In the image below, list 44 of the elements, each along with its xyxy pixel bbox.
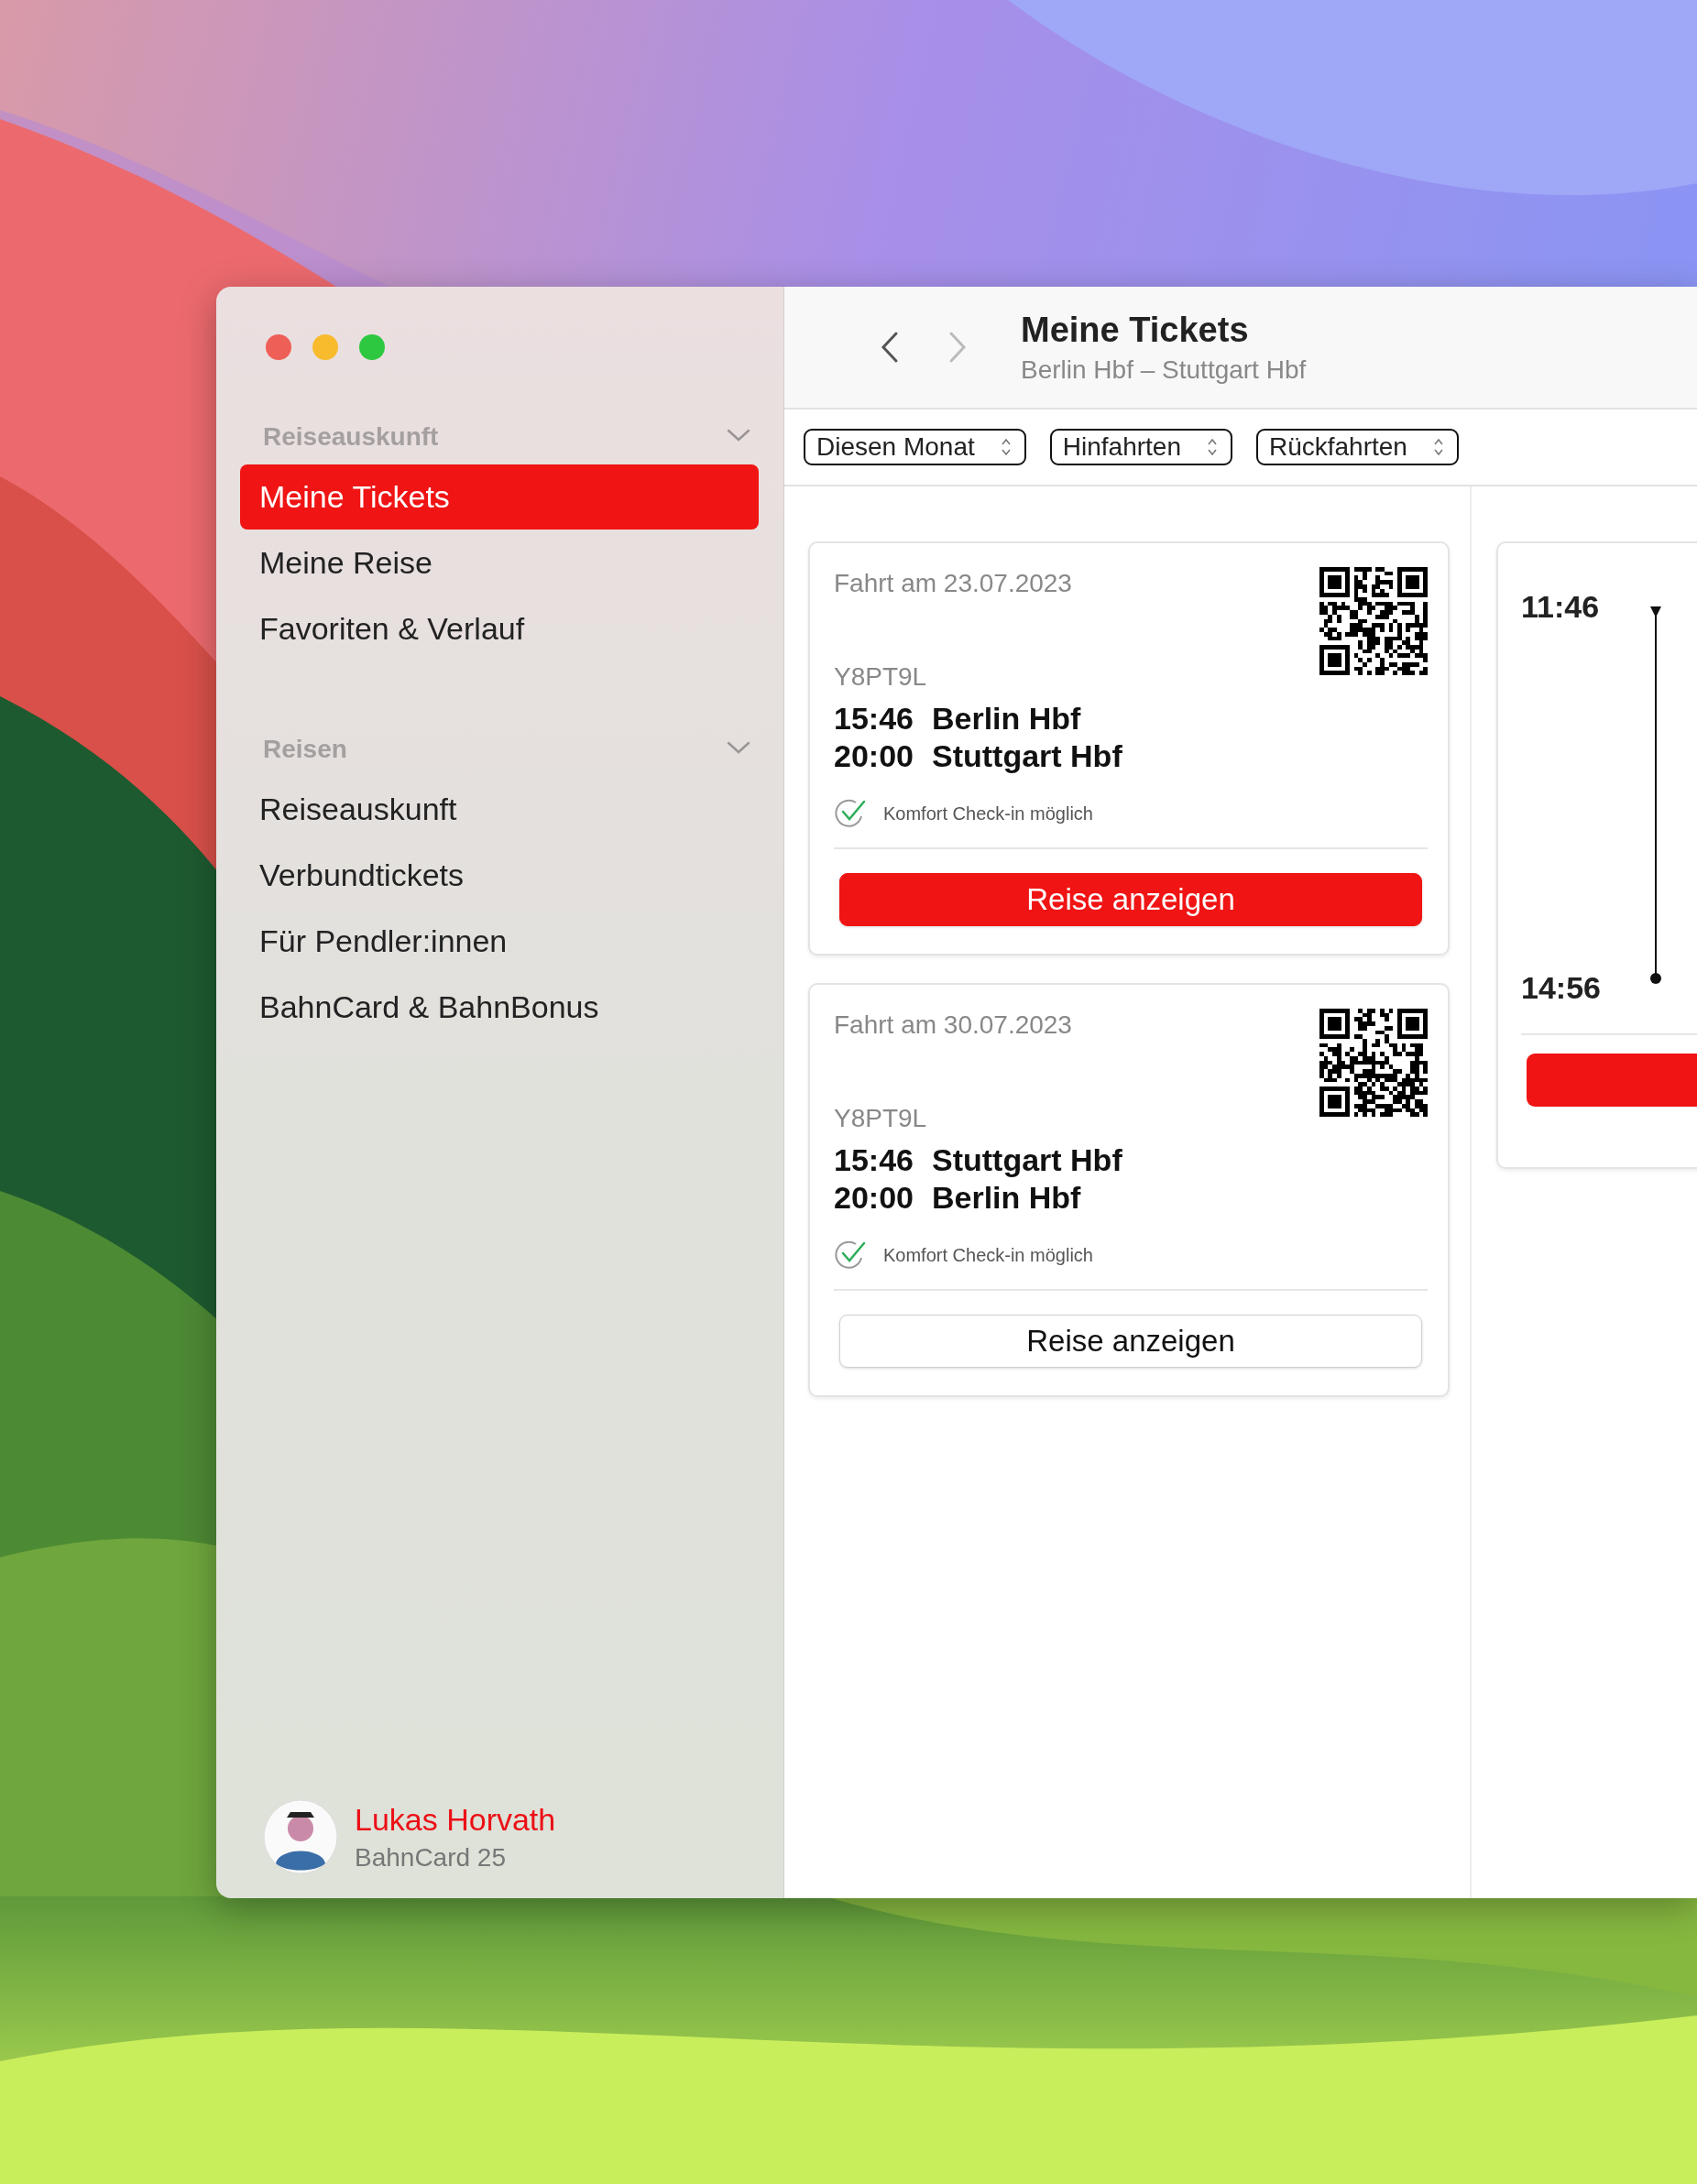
sidebar-item[interactable]: Meine Tickets [240,464,759,530]
sidebar-item[interactable]: Für Pendler:innen [240,909,759,974]
checkin-note: Komfort Check-in möglich [883,803,1093,824]
stop-time: 15:46 [834,701,914,737]
filter-dropdown[interactable]: Rückfahrten [1255,429,1459,465]
sidebar-item[interactable]: Meine Reise [240,530,759,595]
booking-code: Y8PT9L [834,662,928,692]
stop-time: 15:46 [834,1142,914,1178]
section-header: Reisen [263,735,347,764]
arrival-time: 14:56 [1521,970,1601,1006]
chevron-down-icon[interactable] [726,739,751,756]
user-subtitle: BahnCard 25 [355,1842,507,1873]
zoom-button[interactable] [359,334,385,360]
station-name: Stuttgart Hbf [931,738,1122,774]
close-button[interactable] [266,334,291,360]
stop-time: 20:00 [834,738,914,774]
up-down-arrows-icon [1432,437,1444,457]
qr-code-icon [1319,567,1428,675]
show-trip-button[interactable]: Reise anzeigen [839,873,1422,926]
page-subtitle: Berlin Hbf – Stuttgart Hbf [1021,355,1307,385]
booking-code: Y8PT9L [834,1104,928,1133]
sidebar-item[interactable]: Favoriten & Verlauf [240,596,759,661]
checkin-note: Komfort Check-in möglich [883,1244,1093,1266]
up-down-arrows-icon [1000,437,1012,457]
show-trip-button[interactable]: Reise anzeigen [839,1315,1422,1368]
trip-date: Fahrt am 30.07.2023 [834,1010,1072,1040]
page-title: Meine Tickets [1021,310,1250,350]
chevron-down-icon[interactable] [726,427,751,443]
sidebar-item[interactable]: Reiseauskunft [240,777,759,842]
up-down-arrows-icon [1206,437,1218,457]
section-header: Reiseauskunft [263,422,439,452]
sidebar-item[interactable]: Verbundtickets [240,843,759,908]
filter-dropdown[interactable]: Diesen Monat [804,429,1026,465]
station-name: Berlin Hbf [931,701,1081,737]
departure-time: 11:46 [1521,589,1601,625]
station-name: Stuttgart Hbf [931,1142,1122,1178]
stop-time: 20:00 [834,1180,914,1216]
filter-dropdown[interactable]: Hinfahrten [1049,429,1232,465]
sidebar-item[interactable]: BahnCard & BahnBonus [240,975,759,1040]
avatar-icon[interactable] [263,1799,338,1874]
trip-date: Fahrt am 23.07.2023 [834,569,1072,598]
station-name: Berlin Hbf [931,1180,1081,1216]
qr-code-icon [1319,1009,1428,1117]
minimize-button[interactable] [312,334,338,360]
